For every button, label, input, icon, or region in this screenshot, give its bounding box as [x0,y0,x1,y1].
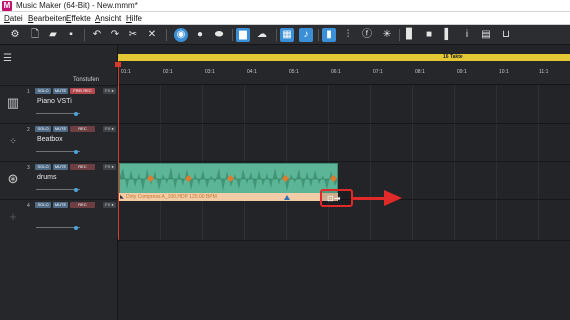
bars-chart-icon[interactable]: ▊ [403,28,417,42]
fx-button[interactable]: FX ● [103,202,116,208]
bookmark-icon[interactable]: ▌ [441,28,455,42]
loop-length-label: 16 Takte [443,54,463,60]
ruler-tick: 10:1 [499,69,509,75]
track-header[interactable]: ⊛ 3 SOLO MUTE REC FX ● drums [0,161,118,199]
tonstufen-label: Tonstufen [73,77,100,83]
track-list-menu-icon[interactable]: ☰ [3,53,12,64]
menu-bar: Datei Bearbeiten Effekte Ansicht Hilfe [0,12,570,25]
solo-button[interactable]: SOLO [35,164,51,170]
track-header[interactable]: + 4 SOLO MUTE REC FX ● [0,199,118,237]
piano-icon: ▥ [6,95,20,110]
rec-button[interactable]: REC [70,202,95,208]
undo-icon[interactable]: ↶ [90,28,104,42]
track-number: 4 [27,203,30,209]
volume-slider[interactable] [36,111,80,116]
speaker-icon[interactable]: ▤ [479,28,493,42]
mute-button[interactable]: MUTE [53,88,68,94]
piano-keys-icon[interactable]: ▮ [322,28,336,42]
ruler-tick: 06:1 [331,69,341,75]
ruler-tick: 02:1 [163,69,173,75]
window-title: Music Maker (64-Bit) - New.mmm* [16,1,138,10]
media-pool-icon[interactable]: ▆ [236,28,250,42]
drums-icon: ⊛ [7,171,19,186]
app-logo-icon: M [2,1,12,11]
clip-volume-handle-icon[interactable] [284,195,290,200]
track-number: 1 [27,89,30,95]
resize-handle-icon[interactable]: ⊡⇥ [327,194,340,203]
volume-slider-knob[interactable] [74,225,78,230]
solo-button[interactable]: SOLO [35,202,51,208]
solo-button[interactable]: SOLO [35,126,51,132]
fx-icon[interactable]: ⓕ [360,28,374,42]
ruler-tick: 07:1 [373,69,383,75]
tuner-icon[interactable]: ✳ [380,28,394,42]
volume-slider[interactable] [36,187,80,192]
rec-button[interactable]: REC [70,126,95,132]
menu-datei[interactable]: Datei [4,13,23,24]
toolbar: ⚙ 🗋 ▰ ▪ ↶ ↷ ✂ ✕ ◉ ● ⬬ ▆ ☁ ▦ ♪ ▮ ⫶ ⓕ ✳ ▊ … [0,25,570,45]
menu-ansicht[interactable]: Ansicht [95,13,121,24]
fx-button[interactable]: FX ● [103,126,116,132]
keyboard-view-icon[interactable]: ▦ [280,28,294,42]
menu-hilfe[interactable]: Hilfe [126,13,142,24]
rec-button[interactable]: REC [70,164,95,170]
volume-slider[interactable] [36,149,80,154]
bucket-icon[interactable]: ⬬ [212,28,226,42]
mixer-icon[interactable]: ⫶ [341,28,355,42]
ruler-tick: 11:1 [539,69,549,75]
empty-track-icon: + [9,209,17,224]
redo-icon[interactable]: ↷ [108,28,122,42]
annotation-arrow-line [353,197,385,200]
new-file-icon[interactable]: 🗋 [28,28,42,42]
rec-button[interactable]: FREI REC [70,88,95,94]
video-icon[interactable]: ■ [422,28,436,42]
volume-slider-knob[interactable] [74,111,78,116]
volume-slider-knob[interactable] [74,149,78,154]
cloud-upload-icon[interactable]: ☁ [255,28,269,42]
track-number: 2 [27,127,30,133]
track-header[interactable]: ⁘ 2 SOLO MUTE REC FX ● Beatbox [0,123,118,161]
ruler-tick: 03:1 [205,69,215,75]
menu-effekte[interactable]: Effekte [66,13,91,24]
beatbox-icon: ⁘ [9,136,17,146]
delete-icon[interactable]: ✕ [145,28,159,42]
ruler-tick: 04:1 [247,69,257,75]
solo-button[interactable]: SOLO [35,88,51,94]
mute-button[interactable]: MUTE [53,202,68,208]
clip-corner-marker: ◣ [120,194,124,200]
annotation-arrow-head-icon [384,190,402,206]
fx-button[interactable]: FX ● [103,164,116,170]
mute-button[interactable]: MUTE [53,126,68,132]
volume-slider-knob[interactable] [74,187,78,192]
user-key-icon[interactable]: ⊔ [499,28,513,42]
info-icon[interactable]: i [460,28,474,42]
playhead[interactable] [118,61,119,240]
playhead-marker-icon[interactable] [115,62,121,67]
save-icon[interactable]: ▪ [64,28,78,42]
volume-slider[interactable] [36,225,80,230]
mouse-mode-icon[interactable]: ◉ [174,28,188,42]
track-name[interactable]: Beatbox [37,136,63,143]
menu-bearbeiten[interactable]: Bearbeiten [28,13,67,24]
cut-icon[interactable]: ✂ [126,28,140,42]
track-name[interactable]: Piano VSTi [37,98,72,105]
fx-button[interactable]: FX ● [103,88,116,94]
track-header[interactable]: ▥ 1 SOLO MUTE FREI REC FX ● Piano VSTi [0,85,118,123]
ruler-tick: 09:1 [457,69,467,75]
stamp-icon[interactable]: ● [193,28,207,42]
music-note-icon[interactable]: ♪ [299,28,313,42]
music-maker-window: M Music Maker (64-Bit) - New.mmm* Datei … [0,0,570,320]
ruler-tick: 05:1 [289,69,299,75]
ruler-tick: 08:1 [415,69,425,75]
ruler-tick: 01:1 [121,69,131,75]
title-bar: M Music Maker (64-Bit) - New.mmm* [0,0,570,12]
track-name[interactable]: drums [37,174,56,181]
clip-name: Dirty Compress A_100.HDP 125.00 BPM [126,194,217,200]
open-folder-icon[interactable]: ▰ [46,28,60,42]
settings-gear-icon[interactable]: ⚙ [8,28,22,42]
loop-range-bar[interactable] [118,54,570,61]
mute-button[interactable]: MUTE [53,164,68,170]
track-number: 3 [27,165,30,171]
